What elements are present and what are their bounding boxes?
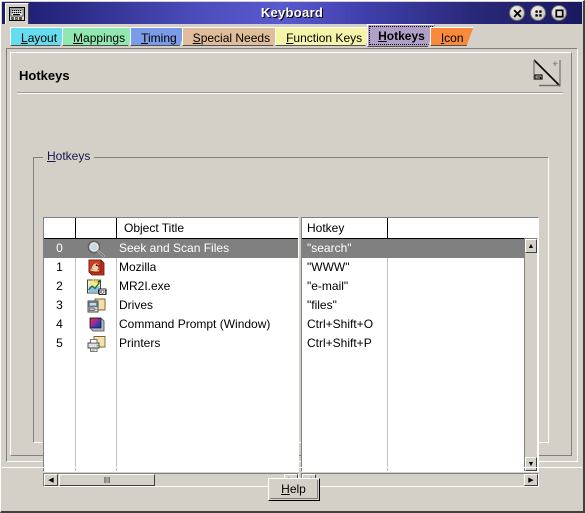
maximize-icon-glyph: [554, 8, 564, 18]
row-index: 1: [56, 260, 63, 274]
row-hotkey: Ctrl+Shift+O: [307, 317, 374, 331]
row-hotkey: "WWW": [307, 260, 350, 274]
row-index: 3: [56, 298, 63, 312]
table-row[interactable]: "search": [302, 239, 538, 258]
mr2i-exe-icon-glyph: DDE: [86, 278, 107, 295]
tab-layout-accel: L: [21, 31, 28, 45]
tab-hotkeys-accel: H: [378, 29, 387, 43]
hide-icon[interactable]: [530, 5, 546, 21]
hotkeys-list-header-left: Object Title: [44, 218, 298, 239]
hotkeys-group-label-text: otkeys: [55, 149, 91, 163]
resize-page-icon-glyph: [533, 59, 561, 87]
tab-special-needs-label: pecial Needs: [200, 31, 271, 45]
page-header: Hotkeys: [17, 59, 563, 95]
table-row[interactable]: Ctrl+Shift+P: [302, 334, 538, 353]
printers-icon: [77, 334, 115, 353]
table-row[interactable]: 4 Command Prompt (Window): [44, 315, 298, 334]
tab-hotkeys[interactable]: Hotkeys: [367, 24, 435, 47]
column-header-hotkey[interactable]: Hotkey: [302, 218, 387, 238]
row-object-title: Drives: [119, 298, 154, 312]
table-row[interactable]: 0 Seek and Scan Files: [44, 239, 298, 258]
row-index: 5: [56, 336, 63, 350]
row-hotkey: "search": [307, 241, 352, 255]
window-title: Keyboard: [260, 5, 324, 20]
svg-text:DDE: DDE: [97, 289, 106, 295]
window-titlebar[interactable]: Keyboard: [2, 2, 582, 24]
tab-function-keys-label: unction Keys: [293, 31, 363, 45]
row-object-title: MR2I.exe: [119, 279, 171, 293]
help-button-label: elp: [289, 482, 306, 496]
help-button-accel: H: [281, 482, 290, 496]
tab-layout-label: ayout: [27, 31, 58, 45]
tab-layout[interactable]: Layout: [10, 27, 67, 46]
tab-mappings[interactable]: Mappings: [62, 27, 135, 46]
help-button-inner: Help: [270, 480, 318, 499]
tab-timing-label: iming: [147, 31, 177, 45]
hide-icon-glyph: [534, 9, 542, 17]
maximize-icon[interactable]: [551, 5, 567, 21]
resize-page-icon[interactable]: [531, 58, 563, 90]
table-row[interactable]: 3 Drives: [44, 296, 298, 315]
client-area: Hotkeys Hotkeys Object Title 0 Seek and …: [6, 48, 578, 487]
row-object-title: Mozilla: [119, 260, 157, 274]
hotkeys-list-header-right: Hotkey: [302, 218, 538, 239]
command-prompt-icon-glyph: [89, 317, 104, 331]
chevron-up-icon: ▲: [527, 242, 535, 250]
mr2i-exe-icon: DDE: [77, 277, 115, 296]
table-row[interactable]: 1 Mozilla: [44, 258, 298, 277]
row-hotkey: "files": [307, 298, 337, 312]
help-button[interactable]: Help: [268, 478, 320, 501]
tab-icon[interactable]: Icon: [430, 27, 474, 46]
mozilla-icon: [77, 258, 115, 277]
row-index: 0: [56, 241, 63, 255]
row-object-title: Printers: [119, 336, 161, 350]
column-divider: [387, 218, 388, 238]
row-index: 2: [56, 279, 63, 293]
drives-icon: [77, 296, 115, 315]
tab-special-needs[interactable]: Special Needs: [182, 27, 280, 46]
column-divider: [116, 218, 117, 238]
column-divider: [75, 218, 76, 238]
tab-special-needs-accel: S: [192, 31, 201, 45]
table-row[interactable]: 2 DDE MR2I.exe: [44, 277, 298, 296]
table-row[interactable]: "e-mail": [302, 277, 538, 296]
hotkeys-list-right-pane[interactable]: Hotkey "search" "WWW" "e-mail" "files" C…: [301, 217, 539, 472]
dialog-footer: Help: [2, 467, 582, 512]
tab-mappings-label: appings: [83, 31, 126, 45]
row-hotkey: "e-mail": [307, 279, 349, 293]
hotkeys-list-left-pane[interactable]: Object Title 0 Seek and Scan Files 1 Moz…: [43, 217, 299, 472]
hotkeys-group-label-accel: H: [47, 149, 56, 163]
tab-timing-accel: T: [141, 31, 148, 45]
row-object-title: Command Prompt (Window): [119, 317, 271, 331]
magnifier-icon-glyph: [87, 240, 105, 257]
magnifier-icon: [77, 239, 115, 258]
vertical-scrollbar[interactable]: ▲ ▼: [524, 238, 538, 471]
tab-hotkeys-label: otkeys: [386, 29, 425, 43]
column-header-object-title[interactable]: Object Title: [119, 218, 298, 238]
page-title: Hotkeys: [19, 68, 70, 83]
tab-function-keys[interactable]: Function Keys: [275, 27, 372, 46]
hotkeys-list: Object Title 0 Seek and Scan Files 1 Moz…: [43, 217, 539, 487]
drives-icon-glyph: [87, 298, 105, 312]
table-row[interactable]: 5 Printers: [44, 334, 298, 353]
tab-mappings-accel: M: [73, 31, 84, 45]
keyboard-settings-window: Keyboard Layout Mappings Timing Special …: [0, 0, 585, 513]
tab-icon-label: con: [444, 31, 464, 45]
tab-bar: Layout Mappings Timing Special Needs Fun…: [2, 24, 582, 47]
row-object-title: Seek and Scan Files: [119, 241, 230, 255]
header-divider: [17, 92, 563, 94]
table-row[interactable]: "files": [302, 296, 538, 315]
row-index: 4: [56, 317, 63, 331]
printers-icon-glyph: [87, 335, 105, 352]
command-prompt-icon: [77, 315, 115, 334]
close-icon-glyph: [513, 9, 521, 17]
row-hotkey: Ctrl+Shift+P: [307, 336, 372, 350]
table-row[interactable]: Ctrl+Shift+O: [302, 315, 538, 334]
tab-timing[interactable]: Timing: [130, 27, 187, 46]
close-icon[interactable]: [509, 5, 525, 21]
hotkeys-group-label: Hotkeys: [43, 149, 95, 163]
mozilla-icon-glyph: [88, 259, 104, 275]
table-row[interactable]: "WWW": [302, 258, 538, 277]
scroll-up-button[interactable]: ▲: [525, 239, 537, 253]
